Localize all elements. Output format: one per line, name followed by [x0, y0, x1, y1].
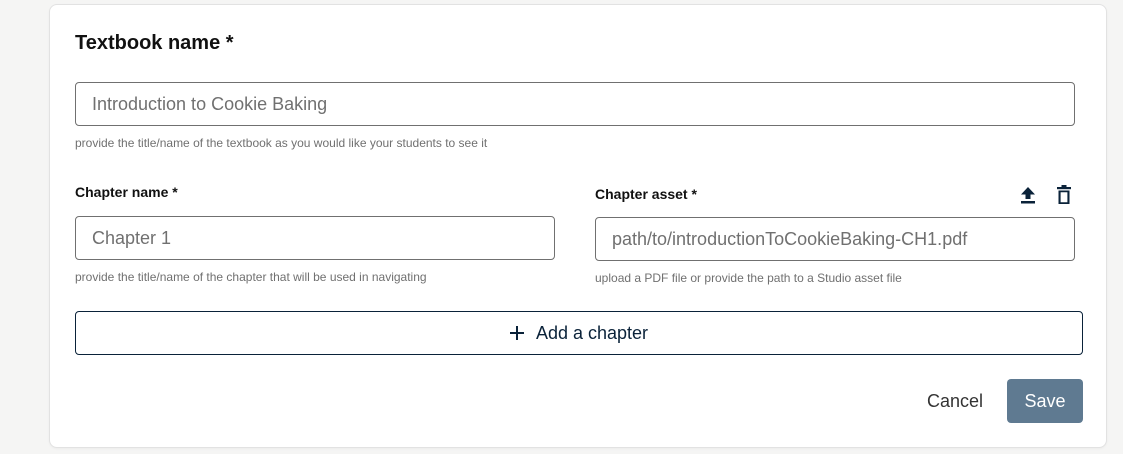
chapter-asset-label: Chapter asset *: [595, 186, 697, 202]
chapter-asset-input[interactable]: [595, 217, 1075, 261]
delete-button[interactable]: [1052, 183, 1076, 207]
plus-icon: [509, 326, 524, 340]
add-chapter-button[interactable]: Add a chapter: [75, 311, 1083, 355]
upload-icon: [1021, 187, 1035, 204]
chapter-name-input[interactable]: [75, 216, 555, 260]
cancel-button[interactable]: Cancel: [916, 379, 994, 423]
save-button[interactable]: Save: [1007, 379, 1083, 423]
add-chapter-label: Add a chapter: [535, 322, 649, 343]
chapter-asset-help: upload a PDF file or provide the path to…: [595, 271, 902, 285]
chapter-name-label: Chapter name *: [75, 184, 178, 200]
chapter-name-help: provide the title/name of the chapter th…: [75, 270, 427, 284]
trash-icon: [1057, 185, 1071, 204]
textbook-form-card: Textbook name * provide the title/name o…: [49, 4, 1107, 448]
textbook-name-input[interactable]: [75, 82, 1075, 126]
upload-button[interactable]: [1016, 183, 1040, 207]
textbook-name-title: Textbook name *: [75, 32, 234, 54]
textbook-name-help: provide the title/name of the textbook a…: [75, 136, 488, 150]
